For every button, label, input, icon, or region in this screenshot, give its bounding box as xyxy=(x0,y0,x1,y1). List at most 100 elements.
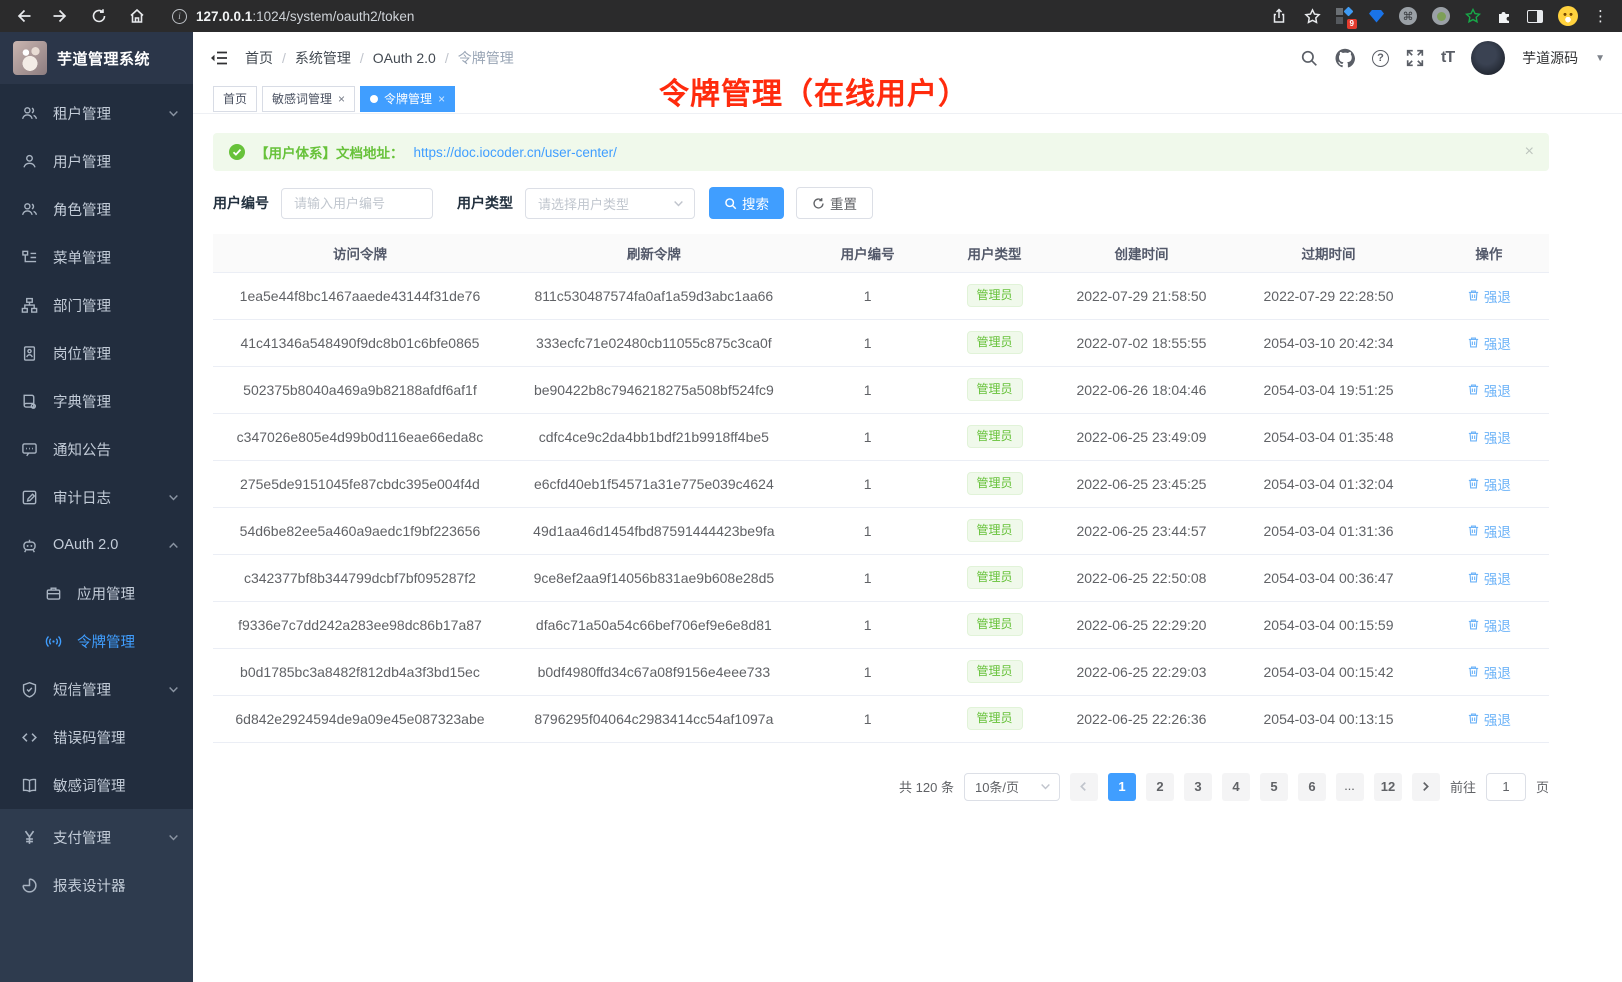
alert-doc-link[interactable]: https://doc.iocoder.cn/user-center/ xyxy=(414,145,617,160)
extensions-puzzle-icon[interactable] xyxy=(1496,8,1512,24)
sidebar-item-errcode[interactable]: 错误码管理 xyxy=(0,713,193,761)
force-logout-button[interactable]: 强退 xyxy=(1467,709,1511,729)
help-icon[interactable]: ? xyxy=(1372,50,1389,67)
tag-tab[interactable]: 首页 xyxy=(213,86,257,112)
extension-command-icon[interactable]: ⌘ xyxy=(1399,7,1417,25)
font-size-icon[interactable]: tT xyxy=(1441,49,1454,67)
page-number-button[interactable]: 1 xyxy=(1108,773,1136,801)
browser-profile-avatar[interactable] xyxy=(1558,6,1578,26)
page-number-button[interactable]: 6 xyxy=(1298,773,1326,801)
table-row: 502375b8040a469a9b82188afdf6af1fbe90422b… xyxy=(213,366,1549,413)
sidebar-item-tenant[interactable]: 租户管理 xyxy=(0,89,193,137)
prev-page-button[interactable] xyxy=(1070,773,1098,801)
extension-grid-icon[interactable]: 9 xyxy=(1336,7,1354,25)
user-id-label: 用户编号 xyxy=(213,193,269,213)
create-time-cell: 2022-07-29 21:58:50 xyxy=(1055,272,1229,319)
user-id-input[interactable] xyxy=(281,188,433,219)
tag-close-icon[interactable]: × xyxy=(438,92,445,106)
breadcrumb-separator: / xyxy=(360,50,364,66)
sidebar-item-menu[interactable]: 菜单管理 xyxy=(0,233,193,281)
extension-star-icon[interactable] xyxy=(1465,8,1481,24)
table-header-cell: 过期时间 xyxy=(1228,234,1428,272)
force-logout-button[interactable]: 强退 xyxy=(1467,615,1511,635)
sidebar-item-label: 报表设计器 xyxy=(53,875,126,896)
force-logout-button[interactable]: 强退 xyxy=(1467,333,1511,353)
browser-menu-icon[interactable]: ⋮ xyxy=(1593,7,1608,25)
extension-gem-icon[interactable] xyxy=(1369,10,1384,23)
main-area: 首页/系统管理/OAuth 2.0/令牌管理 ? tT 芋道源码 ▼ 首页敏感词… xyxy=(193,32,1622,982)
sidebar-item-notice[interactable]: 通知公告 xyxy=(0,425,193,473)
browser-home-icon[interactable] xyxy=(128,7,146,25)
breadcrumb-item[interactable]: 首页 xyxy=(245,48,273,68)
tag-tab[interactable]: 令牌管理× xyxy=(360,86,455,112)
browser-reload-icon[interactable] xyxy=(90,7,108,25)
browser-forward-icon[interactable] xyxy=(52,7,70,25)
extension-recorder-icon[interactable] xyxy=(1432,7,1450,25)
search-icon[interactable] xyxy=(1300,49,1318,67)
page-number-button[interactable]: 5 xyxy=(1260,773,1288,801)
user-type-select[interactable]: 请选择用户类型 xyxy=(525,188,695,219)
page-number-button[interactable]: 4 xyxy=(1222,773,1250,801)
sidebar-item-oauth2-token[interactable]: 令牌管理 xyxy=(0,617,193,665)
sidebar-item-role[interactable]: 角色管理 xyxy=(0,185,193,233)
user-caret-icon[interactable]: ▼ xyxy=(1595,53,1605,64)
breadcrumb-item[interactable]: OAuth 2.0 xyxy=(373,50,436,66)
sidebar-menu-bottom: 支付管理报表设计器 xyxy=(0,809,193,982)
next-page-button[interactable] xyxy=(1412,773,1440,801)
force-logout-button[interactable]: 强退 xyxy=(1467,568,1511,588)
create-time-cell: 2022-06-25 22:26:36 xyxy=(1055,695,1229,742)
create-time-cell: 2022-06-25 22:29:03 xyxy=(1055,648,1229,695)
force-logout-button[interactable]: 强退 xyxy=(1467,427,1511,447)
token-table: 访问令牌刷新令牌用户编号用户类型创建时间过期时间操作 1ea5e44f8bc14… xyxy=(213,234,1549,743)
goto-page-input[interactable] xyxy=(1486,773,1526,801)
sidebar-item-sms[interactable]: 短信管理 xyxy=(0,665,193,713)
breadcrumb-item[interactable]: 系统管理 xyxy=(295,48,351,68)
browser-back-icon[interactable] xyxy=(14,7,32,25)
sidebar-item-audit-log[interactable]: 审计日志 xyxy=(0,473,193,521)
force-logout-button[interactable]: 强退 xyxy=(1467,662,1511,682)
reset-button[interactable]: 重置 xyxy=(796,187,873,219)
sidebar-item-user[interactable]: 用户管理 xyxy=(0,137,193,185)
tag-close-icon[interactable]: × xyxy=(338,92,345,106)
force-logout-label: 强退 xyxy=(1484,709,1511,729)
force-logout-button[interactable]: 强退 xyxy=(1467,521,1511,541)
username[interactable]: 芋道源码 xyxy=(1522,48,1578,68)
sidebar-collapse-icon[interactable] xyxy=(210,50,228,66)
force-logout-button[interactable]: 强退 xyxy=(1467,286,1511,306)
action-cell: 强退 xyxy=(1429,695,1549,742)
tag-tab[interactable]: 敏感词管理× xyxy=(262,86,355,112)
page-size-select[interactable]: 10条/页 xyxy=(964,773,1060,801)
sidebar-item-sensitive[interactable]: 敏感词管理 xyxy=(0,761,193,809)
create-time-cell: 2022-06-25 23:44:57 xyxy=(1055,507,1229,554)
side-panel-icon[interactable] xyxy=(1527,10,1543,23)
sidebar-item-dict[interactable]: 字典管理 xyxy=(0,377,193,425)
site-info-icon[interactable]: i xyxy=(172,9,187,24)
sidebar-item-pay[interactable]: 支付管理 xyxy=(0,813,193,861)
bookmark-star-icon[interactable] xyxy=(1303,7,1321,25)
sidebar-item-oauth2-app[interactable]: 应用管理 xyxy=(0,569,193,617)
sidebar-item-report[interactable]: 报表设计器 xyxy=(0,861,193,909)
page-number-button[interactable]: 2 xyxy=(1146,773,1174,801)
org-icon xyxy=(21,297,38,314)
force-logout-label: 强退 xyxy=(1484,615,1511,635)
user-type-badge: 管理员 xyxy=(967,660,1023,684)
force-logout-button[interactable]: 强退 xyxy=(1467,380,1511,400)
force-logout-button[interactable]: 强退 xyxy=(1467,474,1511,494)
sidebar-item-post[interactable]: 岗位管理 xyxy=(0,329,193,377)
page-number-button[interactable]: 3 xyxy=(1184,773,1212,801)
sidebar-item-oauth2[interactable]: OAuth 2.0 xyxy=(0,521,193,569)
alert-close-icon[interactable]: × xyxy=(1525,143,1534,161)
app-logo[interactable]: 芋道管理系统 xyxy=(0,32,193,84)
page-number-button[interactable]: 12 xyxy=(1374,773,1402,801)
github-icon[interactable] xyxy=(1335,48,1355,68)
search-button[interactable]: 搜索 xyxy=(709,187,784,219)
address-bar[interactable]: i 127.0.0.1:1024/system/oauth2/token xyxy=(172,9,1270,24)
user-avatar[interactable] xyxy=(1471,41,1505,75)
share-icon[interactable] xyxy=(1270,7,1288,25)
table-header-cell: 刷新令牌 xyxy=(507,234,801,272)
fullscreen-icon[interactable] xyxy=(1406,49,1424,67)
refresh-token-cell: e6cfd40eb1f54571a31e775e039c4624 xyxy=(507,460,801,507)
user-type-cell: 管理员 xyxy=(934,554,1054,601)
sidebar-item-label: 错误码管理 xyxy=(53,727,126,748)
sidebar-item-dept[interactable]: 部门管理 xyxy=(0,281,193,329)
